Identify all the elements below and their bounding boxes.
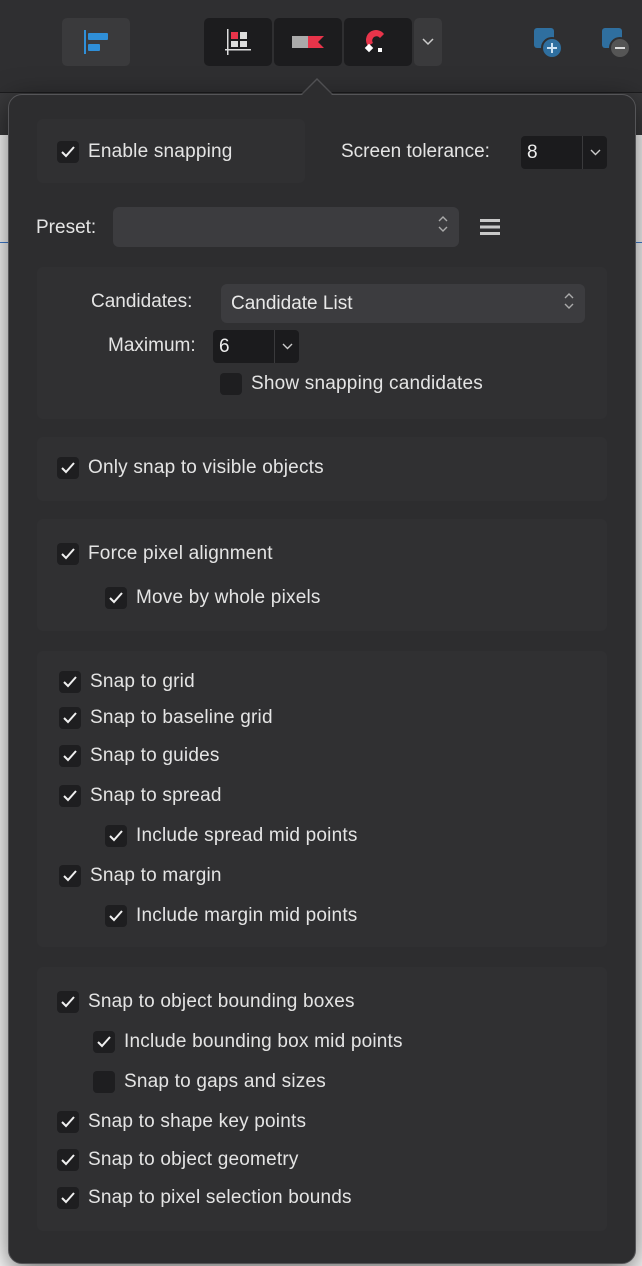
object-geometry-checkbox[interactable]: Snap to object geometry [57, 1147, 299, 1173]
spread-mid-checkbox[interactable]: Include spread mid points [105, 823, 358, 849]
whole-pixels-label: Move by whole pixels [136, 587, 321, 608]
spread-mid-label: Include spread mid points [136, 825, 358, 846]
preset-label: Preset: [36, 217, 97, 238]
snap-bbox-checkbox[interactable]: Snap to object bounding boxes [57, 989, 355, 1015]
checkbox-box[interactable] [59, 865, 81, 887]
visible-only-checkbox[interactable]: Only snap to visible objects [57, 455, 324, 481]
checkbox-box[interactable] [57, 991, 79, 1013]
checkbox-box[interactable] [57, 1149, 79, 1171]
snap-margin-label: Snap to margin [90, 865, 222, 886]
checkbox-box[interactable] [57, 457, 79, 479]
magnet-help-icon[interactable] [344, 18, 412, 66]
maximum-label: Maximum: [108, 335, 196, 356]
object-geometry-label: Snap to object geometry [88, 1149, 299, 1170]
updown-chevron-icon [563, 290, 575, 318]
force-pixel-label: Force pixel alignment [88, 543, 273, 564]
checkbox-box[interactable] [105, 587, 127, 609]
show-candidates-label: Show snapping candidates [251, 373, 483, 394]
updown-chevron-icon [437, 213, 449, 241]
checkbox-box[interactable] [59, 785, 81, 807]
snap-toggle-icon[interactable] [274, 18, 342, 66]
snap-spread-label: Snap to spread [90, 785, 222, 806]
checkbox-box[interactable] [59, 671, 81, 693]
snap-grid-icon[interactable] [204, 18, 272, 66]
margin-mid-checkbox[interactable]: Include margin mid points [105, 903, 358, 929]
snapping-popover: Enable snapping Screen tolerance: 8 Pres… [8, 94, 636, 1264]
visible-only-label: Only snap to visible objects [88, 457, 324, 478]
chevron-down-icon[interactable] [274, 330, 299, 363]
maximum-stepper[interactable]: 6 [213, 330, 299, 363]
snap-grid-checkbox[interactable]: Snap to grid [59, 669, 195, 695]
snap-spread-checkbox[interactable]: Snap to spread [59, 783, 222, 809]
tolerance-value: 8 [527, 141, 538, 163]
checkbox-box[interactable] [57, 141, 79, 163]
checkbox-box[interactable] [105, 905, 127, 927]
checkbox-box[interactable] [59, 745, 81, 767]
margin-mid-label: Include margin mid points [136, 905, 358, 926]
gaps-sizes-label: Snap to gaps and sizes [124, 1071, 326, 1092]
popover-arrow-fill [301, 80, 333, 96]
enable-snapping-label: Enable snapping [88, 141, 233, 162]
checkbox-box[interactable] [57, 1187, 79, 1209]
chevron-down-icon[interactable] [414, 18, 442, 66]
checkbox-box[interactable] [93, 1071, 115, 1093]
bbox-mid-label: Include bounding box mid points [124, 1031, 403, 1052]
preset-menu-icon[interactable] [479, 217, 501, 242]
snap-baseline-checkbox[interactable]: Snap to baseline grid [59, 705, 273, 731]
key-points-checkbox[interactable]: Snap to shape key points [57, 1109, 306, 1135]
checkbox-box[interactable] [57, 1111, 79, 1133]
candidates-value: Candidate List [231, 292, 353, 314]
tolerance-label: Screen tolerance: [341, 141, 490, 162]
gaps-sizes-checkbox[interactable]: Snap to gaps and sizes [93, 1069, 326, 1095]
bbox-mid-checkbox[interactable]: Include bounding box mid points [93, 1029, 403, 1055]
tolerance-stepper[interactable]: 8 [521, 136, 607, 169]
candidates-label: Candidates: [91, 291, 193, 312]
checkbox-box[interactable] [105, 825, 127, 847]
checkbox-box[interactable] [220, 373, 242, 395]
preset-select[interactable] [113, 207, 459, 247]
checkbox-box[interactable] [93, 1031, 115, 1053]
snap-guides-label: Snap to guides [90, 745, 220, 766]
enable-snapping-checkbox[interactable]: Enable snapping [57, 139, 233, 165]
snap-guides-checkbox[interactable]: Snap to guides [59, 743, 220, 769]
candidates-select[interactable]: Candidate List [221, 284, 585, 323]
maximum-value: 6 [219, 335, 230, 357]
show-candidates-checkbox[interactable]: Show snapping candidates [220, 371, 483, 397]
snap-margin-checkbox[interactable]: Snap to margin [59, 863, 222, 889]
checkbox-box[interactable] [59, 707, 81, 729]
align-left-icon[interactable] [62, 18, 130, 66]
pixel-bounds-checkbox[interactable]: Snap to pixel selection bounds [57, 1185, 352, 1211]
remove-shape-icon[interactable] [600, 26, 640, 71]
snap-grid-label: Snap to grid [90, 671, 195, 692]
add-shape-icon[interactable] [532, 26, 572, 71]
pixel-bounds-label: Snap to pixel selection bounds [88, 1187, 352, 1208]
snap-bbox-label: Snap to object bounding boxes [88, 991, 355, 1012]
checkbox-box[interactable] [57, 543, 79, 565]
whole-pixels-checkbox[interactable]: Move by whole pixels [105, 585, 321, 611]
chevron-down-icon[interactable] [582, 136, 607, 169]
key-points-label: Snap to shape key points [88, 1111, 307, 1132]
snap-baseline-label: Snap to baseline grid [90, 707, 273, 728]
pixel-alignment-group [37, 519, 607, 631]
force-pixel-checkbox[interactable]: Force pixel alignment [57, 541, 273, 567]
